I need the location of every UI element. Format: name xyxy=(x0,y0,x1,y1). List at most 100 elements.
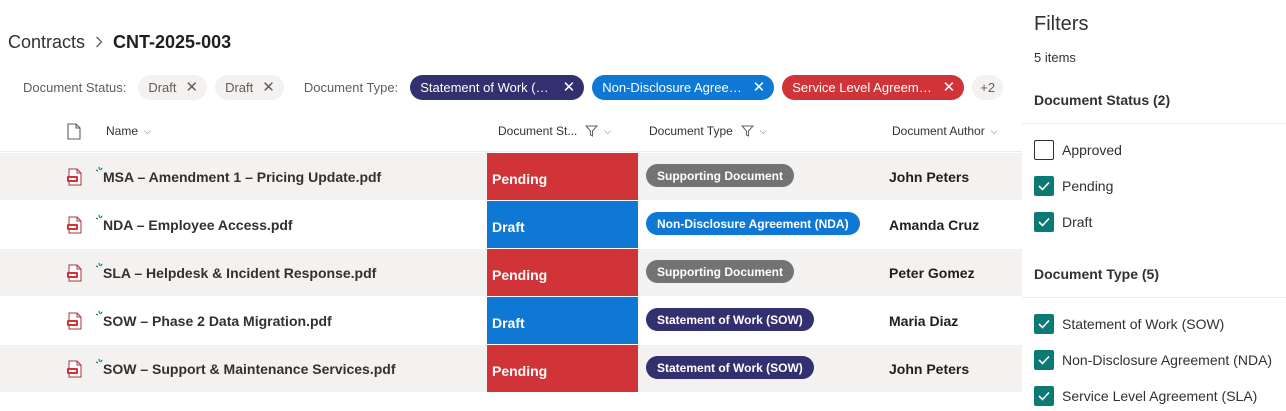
breadcrumb: Contracts CNT-2025-003 xyxy=(8,31,231,53)
author-cell: John Peters xyxy=(889,168,970,185)
table-row[interactable]: NDA – Employee Access.pdf Draft Non-Disclo… xyxy=(0,201,1022,248)
chevron-right-icon xyxy=(85,36,113,48)
checkmark-icon xyxy=(1038,391,1050,401)
checkmark-icon xyxy=(1038,217,1050,227)
document-name-link[interactable]: NDA – Employee Access.pdf xyxy=(103,201,293,248)
active-filters-bar: Document Status: Draft ✕ Draft ✕ Documen… xyxy=(23,75,1011,100)
checkmark-icon xyxy=(1038,319,1050,329)
name-column-label: Name xyxy=(106,124,139,138)
filter-option-label: Approved xyxy=(1062,142,1122,158)
column-header-row: Name ⌵ Document St... ⌵ Document Type ⌵ … xyxy=(0,110,1022,152)
filter-option[interactable]: Service Level Agreement (SLA) xyxy=(1034,386,1257,406)
type-filter-pill-label: Service Level Agreement ... xyxy=(792,80,934,95)
status-cell: Pending xyxy=(487,345,638,392)
filter-option[interactable]: Draft xyxy=(1034,212,1092,232)
close-icon[interactable]: ✕ xyxy=(943,80,956,95)
filter-option-label: Service Level Agreement (SLA) xyxy=(1062,388,1258,404)
author-cell: Peter Gomez xyxy=(889,264,975,281)
filter-option-label: Statement of Work (SOW) xyxy=(1062,316,1225,332)
checkbox[interactable] xyxy=(1034,350,1054,370)
filters-panel-title: Filters xyxy=(1034,13,1089,35)
name-column-header[interactable]: Name ⌵ xyxy=(106,110,151,152)
filter-option-label: Non-Disclosure Agreement (NDA) xyxy=(1062,352,1273,368)
status-cell: Draft xyxy=(487,297,638,344)
document-type-badge: Supporting Document xyxy=(646,260,794,283)
type-filter-label: Document Type: xyxy=(303,80,399,95)
status-filter-pill[interactable]: Draft ✕ xyxy=(215,75,284,100)
chevron-down-icon: ⌵ xyxy=(604,125,612,136)
filter-option-label: Pending xyxy=(1062,178,1114,194)
checkbox[interactable] xyxy=(1034,314,1054,334)
type-filter-section-title[interactable]: Document Type (5) xyxy=(1034,266,1159,282)
document-library: Contracts CNT-2025-003 Document Status: … xyxy=(0,0,1022,411)
pdf-file-icon[interactable] xyxy=(66,360,83,383)
table-row[interactable]: MSA – Amendment 1 – Pricing Update.pdf Pe… xyxy=(0,153,1022,200)
type-filter-pill-label: Non-Disclosure Agreeme... xyxy=(602,80,744,95)
pdf-file-icon[interactable] xyxy=(66,264,83,287)
document-name-link[interactable]: MSA – Amendment 1 – Pricing Update.pdf xyxy=(103,153,381,200)
document-name-link[interactable]: SOW – Phase 2 Data Migration.pdf xyxy=(103,297,332,344)
checkbox[interactable] xyxy=(1034,140,1054,160)
breadcrumb-root[interactable]: Contracts xyxy=(8,32,85,53)
filters-item-count: 5 items xyxy=(1034,50,1076,65)
type-filter-pill-sla[interactable]: Service Level Agreement ... ✕ xyxy=(782,75,965,100)
close-icon[interactable]: ✕ xyxy=(563,80,576,95)
status-cell: Pending xyxy=(487,249,638,296)
document-type-badge: Supporting Document xyxy=(646,164,794,187)
status-column-label: Document St... xyxy=(498,124,578,138)
section-divider xyxy=(1022,297,1286,298)
status-cell: Pending xyxy=(487,153,638,200)
document-name-link[interactable]: SOW – Support & Maintenance Services.pdf xyxy=(103,345,396,392)
pdf-file-icon[interactable] xyxy=(66,216,83,239)
document-icon[interactable] xyxy=(67,110,81,152)
table-row[interactable]: SOW – Support & Maintenance Services.pdf… xyxy=(0,345,1022,392)
status-filter-pill[interactable]: Draft ✕ xyxy=(138,75,208,100)
status-cell: Draft xyxy=(487,201,638,248)
checkbox[interactable] xyxy=(1034,176,1054,196)
chevron-down-icon: ⌵ xyxy=(990,125,998,136)
more-filters-pill[interactable]: +2 xyxy=(972,75,1004,100)
close-icon[interactable]: ✕ xyxy=(753,80,766,95)
document-name-link[interactable]: SLA – Helpdesk & Incident Response.pdf xyxy=(103,249,376,296)
status-filter-label: Document Status: xyxy=(23,80,127,95)
document-type-badge: Non-Disclosure Agreement (NDA) xyxy=(646,212,860,235)
pdf-file-icon[interactable] xyxy=(66,312,83,335)
checkmark-icon xyxy=(1038,355,1050,365)
status-filter-section-title[interactable]: Document Status (2) xyxy=(1034,92,1170,108)
document-type-badge: Statement of Work (SOW) xyxy=(646,308,814,331)
author-column-label: Document Author xyxy=(892,124,985,138)
chevron-down-icon: ⌵ xyxy=(759,125,767,136)
table-row[interactable]: SLA – Helpdesk & Incident Response.pdf Pe… xyxy=(0,249,1022,296)
author-cell: Amanda Cruz xyxy=(889,216,980,233)
type-column-label: Document Type xyxy=(649,124,733,138)
funnel-icon xyxy=(740,125,754,137)
close-icon[interactable]: ✕ xyxy=(186,80,199,95)
chevron-down-icon: ⌵ xyxy=(144,125,151,136)
checkbox[interactable] xyxy=(1034,386,1054,406)
close-icon[interactable]: ✕ xyxy=(262,80,275,95)
filter-option[interactable]: Pending xyxy=(1034,176,1113,196)
status-filter-pill-label: Draft xyxy=(148,80,177,95)
author-column-header[interactable]: Document Author ⌵ xyxy=(892,110,998,152)
funnel-icon xyxy=(585,125,599,137)
author-cell: John Peters xyxy=(889,360,970,377)
type-filter-pill-sow[interactable]: Statement of Work (SOW) ✕ xyxy=(410,75,585,100)
filters-panel: Filters 5 items Document Status (2) Appr… xyxy=(1022,0,1286,411)
type-filter-pill-label: Statement of Work (SOW) xyxy=(420,80,554,95)
author-cell: Maria Diaz xyxy=(889,312,959,329)
status-column-header[interactable]: Document St... ⌵ xyxy=(498,110,611,152)
status-filter-pill-label: Draft xyxy=(225,80,254,95)
type-filter-pill-nda[interactable]: Non-Disclosure Agreeme... ✕ xyxy=(592,75,775,100)
filter-option[interactable]: Non-Disclosure Agreement (NDA) xyxy=(1034,350,1272,370)
checkmark-icon xyxy=(1038,181,1050,191)
filter-option[interactable]: Approved xyxy=(1034,140,1122,160)
filter-option-label: Draft xyxy=(1062,214,1093,230)
table-row[interactable]: SOW – Phase 2 Data Migration.pdf Draft Sta… xyxy=(0,297,1022,344)
breadcrumb-current: CNT-2025-003 xyxy=(113,31,232,52)
document-type-badge: Statement of Work (SOW) xyxy=(646,356,814,379)
section-divider xyxy=(1022,123,1286,124)
filter-option[interactable]: Statement of Work (SOW) xyxy=(1034,314,1224,334)
type-column-header[interactable]: Document Type ⌵ xyxy=(649,110,767,152)
checkbox[interactable] xyxy=(1034,212,1054,232)
pdf-file-icon[interactable] xyxy=(66,168,83,191)
